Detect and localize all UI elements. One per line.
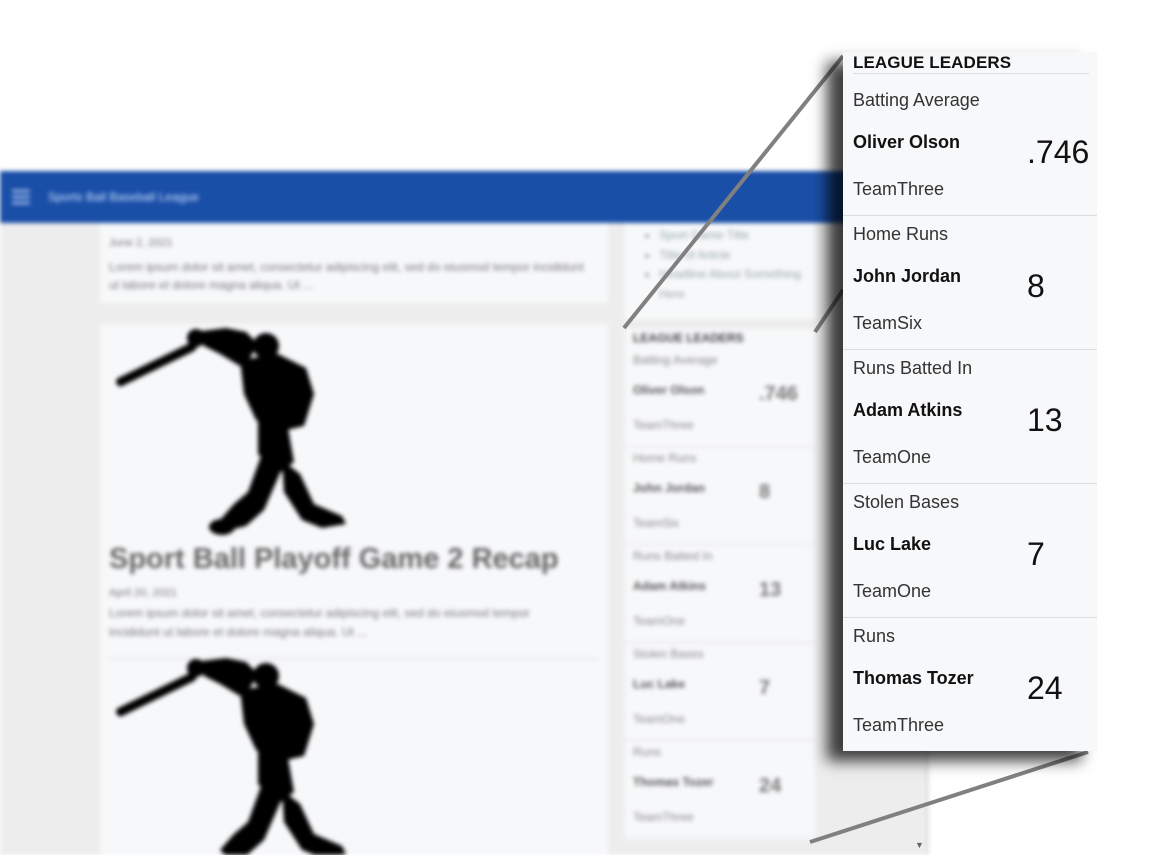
- sidebar-links-card: Sport Game Title Title of Article Headli…: [625, 223, 815, 319]
- leader-category: Home Runs: [633, 451, 697, 465]
- leader-category: Runs: [633, 745, 662, 759]
- sidebar-link[interactable]: Title of Article: [659, 246, 815, 266]
- leader-category: Runs Batted In: [853, 358, 973, 378]
- leader-row: Runs Thomas Tozer TeamThree 24: [625, 741, 815, 839]
- leader-category: Batting Average: [853, 90, 980, 110]
- post-card[interactable]: June 2, 2021 Lorem ipsum dolor sit amet,…: [100, 223, 608, 303]
- app-header-bar: Sports Ball Baseball League: [0, 171, 927, 223]
- leader-value: 8: [1027, 268, 1045, 304]
- leader-team: TeamThree: [853, 715, 945, 735]
- league-leaders-heading: LEAGUE LEADERS: [633, 331, 744, 345]
- post-excerpt: Lorem ipsum dolor sit amet, consectetur …: [109, 606, 530, 639]
- leader-team: TeamSix: [853, 313, 923, 333]
- leader-player: Adam Atkins: [633, 579, 706, 593]
- leader-value: 8: [759, 481, 771, 503]
- leader-row: Runs Batted In Adam Atkins TeamOne 13: [625, 545, 815, 643]
- post-card[interactable]: Sport Ball Playoff Game 2 Recap April 20…: [100, 324, 608, 855]
- leader-category: Home Runs: [853, 224, 949, 244]
- leader-category: Batting Average: [633, 353, 718, 367]
- leader-player: John Jordan: [633, 481, 706, 495]
- post-title[interactable]: Sport Ball Playoff Game 2 Recap: [109, 543, 559, 576]
- leader-row-home-runs: Home Runs John Jordan TeamSix 8: [843, 216, 1097, 350]
- leader-value: 7: [759, 677, 771, 699]
- leader-category: Runs: [853, 626, 896, 646]
- leader-value: 7: [1027, 536, 1045, 572]
- leader-team: TeamSix: [633, 516, 680, 530]
- leader-team: TeamThree: [853, 179, 945, 199]
- leader-row-runs-batted-in: Runs Batted In Adam Atkins TeamOne 13: [843, 350, 1097, 484]
- leader-value: 24: [1027, 670, 1063, 706]
- leader-player: Luc Lake: [633, 677, 686, 691]
- leader-row: Batting Average Oliver Olson TeamThree .…: [625, 349, 815, 447]
- baseball-batter-silhouette-icon: [116, 658, 346, 855]
- leader-player: Luc Lake: [853, 534, 932, 554]
- leader-player: Adam Atkins: [853, 400, 963, 420]
- leader-team: TeamOne: [853, 447, 932, 467]
- leader-category: Stolen Bases: [633, 647, 704, 661]
- leader-row-stolen-bases: Stolen Bases Luc Lake TeamOne 7: [843, 484, 1097, 618]
- post-date: April 20, 2021: [109, 587, 177, 599]
- leader-team: TeamOne: [633, 712, 686, 726]
- post-excerpt: Lorem ipsum dolor sit amet, consectetur …: [109, 260, 584, 292]
- hamburger-menu-icon[interactable]: [12, 190, 30, 204]
- sidebar-link-list: Sport Game Title Title of Article Headli…: [659, 226, 815, 304]
- blurred-app-screenshot: Sports Ball Baseball League June 2, 2021…: [0, 171, 928, 855]
- leader-player: John Jordan: [853, 266, 962, 286]
- leader-value: 24: [759, 775, 782, 797]
- leader-team: TeamThree: [633, 418, 694, 432]
- sidebar-link[interactable]: Sport Game Title: [659, 226, 815, 246]
- leader-value: .746: [1027, 134, 1090, 170]
- leader-row: Stolen Bases Luc Lake TeamOne 7: [625, 643, 815, 741]
- leader-player: Oliver Olson: [633, 383, 705, 397]
- leader-player: Oliver Olson: [853, 132, 961, 152]
- baseball-batter-silhouette-icon: [116, 328, 346, 535]
- leader-row: Home Runs John Jordan TeamSix 8: [625, 447, 815, 545]
- scroll-down-arrow-icon[interactable]: ▼: [915, 840, 924, 850]
- leader-value: .746: [759, 383, 798, 405]
- app-title: Sports Ball Baseball League: [48, 190, 199, 204]
- league-leaders-heading: LEAGUE LEADERS: [853, 52, 1089, 74]
- leader-player: Thomas Tozer: [633, 775, 714, 789]
- sidebar-link[interactable]: Headline About Something Here: [659, 265, 815, 304]
- leader-team: TeamThree: [633, 810, 694, 824]
- leader-value: 13: [1027, 402, 1063, 438]
- leader-team: TeamOne: [853, 581, 932, 601]
- post-date: June 2, 2021: [109, 237, 173, 249]
- leader-category: Runs Batted In: [633, 549, 713, 563]
- league-leaders-card-small: LEAGUE LEADERS Batting Average Oliver Ol…: [625, 329, 815, 841]
- leader-row-runs: Runs Thomas Tozer TeamThree 24: [843, 618, 1097, 752]
- leader-value: 13: [759, 579, 782, 601]
- leader-player: Thomas Tozer: [853, 668, 974, 688]
- leader-category: Stolen Bases: [853, 492, 960, 512]
- league-leaders-zoom-panel: LEAGUE LEADERS Batting Average Oliver Ol…: [843, 52, 1097, 751]
- leader-team: TeamOne: [633, 614, 686, 628]
- leader-row-batting-average: Batting Average Oliver Olson TeamThree .…: [843, 82, 1097, 216]
